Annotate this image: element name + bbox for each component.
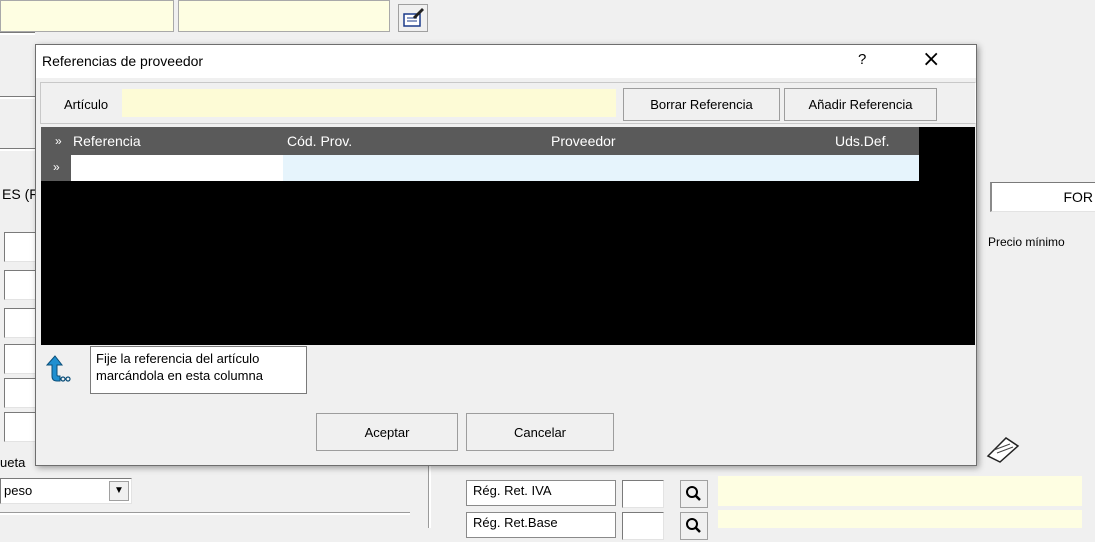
bg-input[interactable] [4, 270, 36, 300]
column-header-referencia[interactable]: Referencia [73, 133, 141, 149]
cancelar-button[interactable]: Cancelar [466, 413, 614, 451]
bg-divider [0, 96, 35, 99]
referencias-grid[interactable]: » Referencia Cód. Prov. Proveedor Uds.De… [41, 127, 975, 345]
dialog-titlebar[interactable]: Referencias de proveedor ? × [36, 45, 976, 78]
articulo-label: Artículo [64, 97, 109, 112]
help-button[interactable]: ? [858, 51, 866, 68]
section-label: ES (F [2, 186, 38, 202]
etiqueta-label: ueta [0, 455, 26, 470]
dialog-title: Referencias de proveedor [42, 53, 204, 69]
reg-ret-base-label: Rég. Ret.Base [466, 512, 616, 538]
column-header-uds-def[interactable]: Uds.Def. [835, 133, 889, 149]
grid-header: » Referencia Cód. Prov. Proveedor Uds.De… [41, 127, 919, 155]
notes-edit-icon[interactable] [398, 4, 428, 32]
header-indicator: » [55, 134, 62, 148]
bg-field-1[interactable] [0, 0, 174, 32]
bg-divider [0, 512, 410, 515]
cell-uds-def[interactable] [743, 155, 919, 181]
precio-minimo-label: Precio mínimo [988, 235, 1065, 249]
right-tab-label: FOR [1063, 189, 1093, 205]
borrar-referencia-button[interactable]: Borrar Referencia [623, 88, 780, 121]
reg-ret-iva-label: Rég. Ret. IVA [466, 480, 616, 506]
reg-ret-base-value[interactable] [718, 510, 1082, 528]
column-header-cod-prov[interactable]: Cód. Prov. [287, 133, 352, 149]
reg-ret-iva-value[interactable] [718, 476, 1082, 506]
hint-line-2: marcándola en esta columna [96, 368, 263, 383]
eraser-icon[interactable] [984, 434, 1024, 464]
arrow-up-hint-icon [45, 354, 74, 384]
articulo-field[interactable] [122, 89, 616, 117]
bg-divider [0, 32, 35, 35]
peso-select-value: peso [4, 483, 33, 498]
column-header-proveedor[interactable]: Proveedor [551, 133, 616, 149]
bg-input[interactable] [4, 232, 36, 262]
bg-input[interactable] [4, 378, 36, 408]
hint-tooltip: Fije la referencia del artículo marcándo… [90, 346, 307, 394]
bg-input[interactable] [4, 308, 36, 338]
hint-line-1: Fije la referencia del artículo [96, 351, 260, 366]
bg-field-2[interactable] [178, 0, 390, 32]
table-row[interactable]: » [41, 155, 919, 181]
bg-input[interactable] [4, 344, 36, 374]
cell-proveedor[interactable] [503, 155, 743, 181]
chevron-down-icon[interactable]: ▼ [109, 481, 129, 501]
cell-referencia[interactable] [71, 155, 283, 181]
bg-tab[interactable]: FOR [990, 182, 1095, 212]
bg-input[interactable] [4, 412, 36, 442]
referencias-dialog: Referencias de proveedor ? × Artículo Bo… [35, 44, 977, 466]
reg-ret-iva-input[interactable] [622, 480, 664, 508]
reg-ret-base-input[interactable] [622, 512, 664, 540]
aceptar-button[interactable]: Aceptar [316, 413, 458, 451]
search-icon[interactable] [680, 512, 708, 540]
search-icon[interactable] [680, 480, 708, 508]
anadir-referencia-button[interactable]: Añadir Referencia [784, 88, 937, 121]
bg-divider [0, 148, 35, 151]
peso-select[interactable]: peso ▼ [0, 478, 132, 504]
close-button[interactable]: × [922, 47, 940, 72]
row-indicator[interactable]: » [41, 155, 71, 181]
cell-cod-prov[interactable] [283, 155, 503, 181]
